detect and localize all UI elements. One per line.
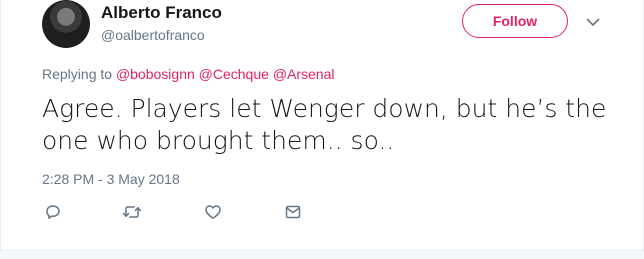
tweet-timestamp[interactable]: 2:28 PM - 3 May 2018 (42, 171, 180, 187)
chevron-down-icon (586, 18, 600, 27)
envelope-icon (284, 203, 302, 221)
reply-icon (44, 203, 62, 221)
avatar[interactable] (42, 0, 90, 48)
heart-icon (204, 203, 222, 221)
reply-button[interactable] (42, 202, 64, 222)
more-options-button[interactable] (584, 13, 602, 31)
retweet-icon (122, 203, 142, 221)
direct-message-button[interactable] (282, 202, 304, 222)
mention-link[interactable]: @Arsenal (273, 66, 335, 82)
mention-link[interactable]: @Cechque (199, 66, 269, 82)
replying-to-line: Replying to @bobosignn @Cechque @Arsenal (42, 66, 335, 82)
like-button[interactable] (202, 202, 224, 222)
retweet-button[interactable] (121, 202, 143, 222)
mention-link[interactable]: @bobosignn (116, 66, 195, 82)
replying-to-label: Replying to (42, 66, 113, 82)
author-display-name[interactable]: Alberto Franco (101, 3, 222, 23)
follow-button[interactable]: Follow (462, 4, 568, 38)
author-handle[interactable]: @oalbertofranco (101, 27, 205, 43)
tweet-text: Agree. Players let Wenger down, but he’s… (42, 94, 607, 155)
